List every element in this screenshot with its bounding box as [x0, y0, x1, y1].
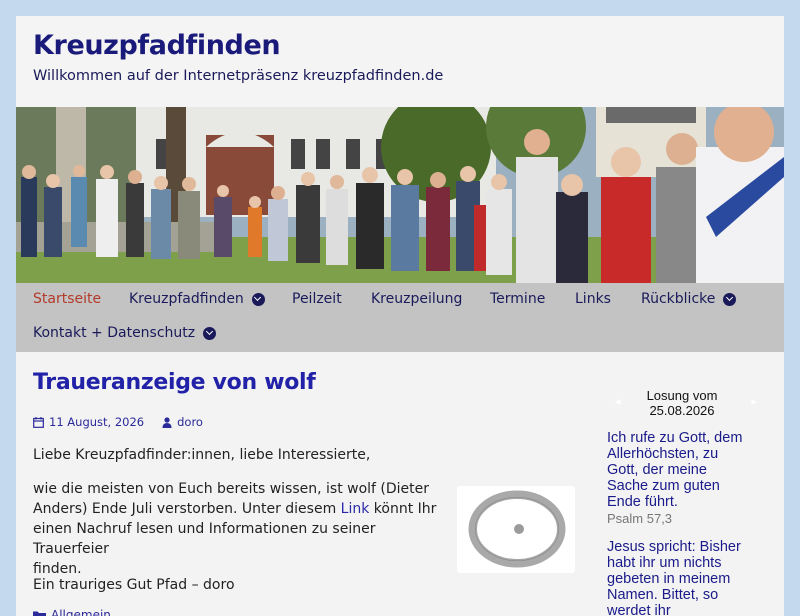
post-thumbnail[interactable]	[457, 486, 575, 573]
site-title[interactable]: Kreuzpfadfinden	[33, 30, 280, 61]
sidebar-losung: ◂ Losung vom 25.08.2026 ▸ Ich rufe zu Go…	[607, 388, 767, 616]
page: Kreuzpfadfinden Willkommen auf der Inter…	[16, 16, 784, 616]
nav-item-kontakt[interactable]: Kontakt + Datenschutz	[33, 323, 216, 343]
main-navigation: Startseite Kreuzpfadfinden Peilzeit Kreu…	[16, 283, 784, 352]
nav-item-kreuzpeilung[interactable]: Kreuzpeilung	[371, 289, 462, 309]
user-icon	[162, 417, 172, 428]
losung-verse-1[interactable]: Ich rufe zu Gott, dem Allerhöchsten, zu …	[607, 430, 757, 510]
nav-item-termine[interactable]: Termine	[490, 289, 545, 309]
losung-verse-2[interactable]: Jesus spricht: Bisher habt ihr um nichts…	[607, 539, 757, 616]
group-photo-image	[16, 107, 784, 283]
chevron-down-icon[interactable]	[252, 293, 265, 306]
nav-item-peilzeit[interactable]: Peilzeit	[292, 289, 342, 309]
main-content: Traueranzeige von wolf 11 August, 2026 d…	[16, 352, 784, 616]
post-meta: 11 August, 2026 doro	[33, 415, 203, 429]
post-date[interactable]: 11 August, 2026	[49, 415, 144, 429]
site-tagline: Willkommen auf der Internetpräsenz kreuz…	[33, 68, 443, 84]
next-arrow-icon[interactable]: ▸	[751, 395, 757, 410]
nav-item-links[interactable]: Links	[575, 289, 611, 309]
post-author[interactable]: doro	[177, 415, 203, 429]
losung-heading: ◂ Losung vom 25.08.2026 ▸	[607, 388, 757, 418]
losung-verse-1-reference: Psalm 57,3	[607, 511, 767, 526]
previous-arrow-icon[interactable]: ◂	[615, 395, 621, 410]
nav-item-startseite[interactable]: Startseite	[33, 289, 101, 309]
post-greeting: Liebe Kreuzpfadfinder:innen, liebe Inter…	[33, 445, 370, 465]
folder-icon	[33, 610, 46, 616]
category-link[interactable]: Allgemein	[51, 608, 111, 616]
calendar-icon	[33, 417, 44, 428]
nav-item-kreuzpfadfinden[interactable]: Kreuzpfadfinden	[129, 289, 265, 309]
nachruf-link[interactable]: Link	[341, 501, 370, 517]
circle-brush-image	[457, 486, 575, 573]
nav-item-rueckblicke[interactable]: Rückblicke	[641, 289, 736, 309]
header-image	[16, 107, 784, 283]
chevron-down-icon[interactable]	[723, 293, 736, 306]
post-title[interactable]: Traueranzeige von wolf	[33, 370, 316, 395]
site-header: Kreuzpfadfinden Willkommen auf der Inter…	[16, 16, 784, 107]
post-closing: Ein trauriges Gut Pfad – doro	[33, 575, 235, 595]
post-category: Allgemein	[33, 608, 111, 616]
post-body: wie die meisten von Euch bereits wissen,…	[33, 479, 443, 579]
chevron-down-icon[interactable]	[203, 327, 216, 340]
